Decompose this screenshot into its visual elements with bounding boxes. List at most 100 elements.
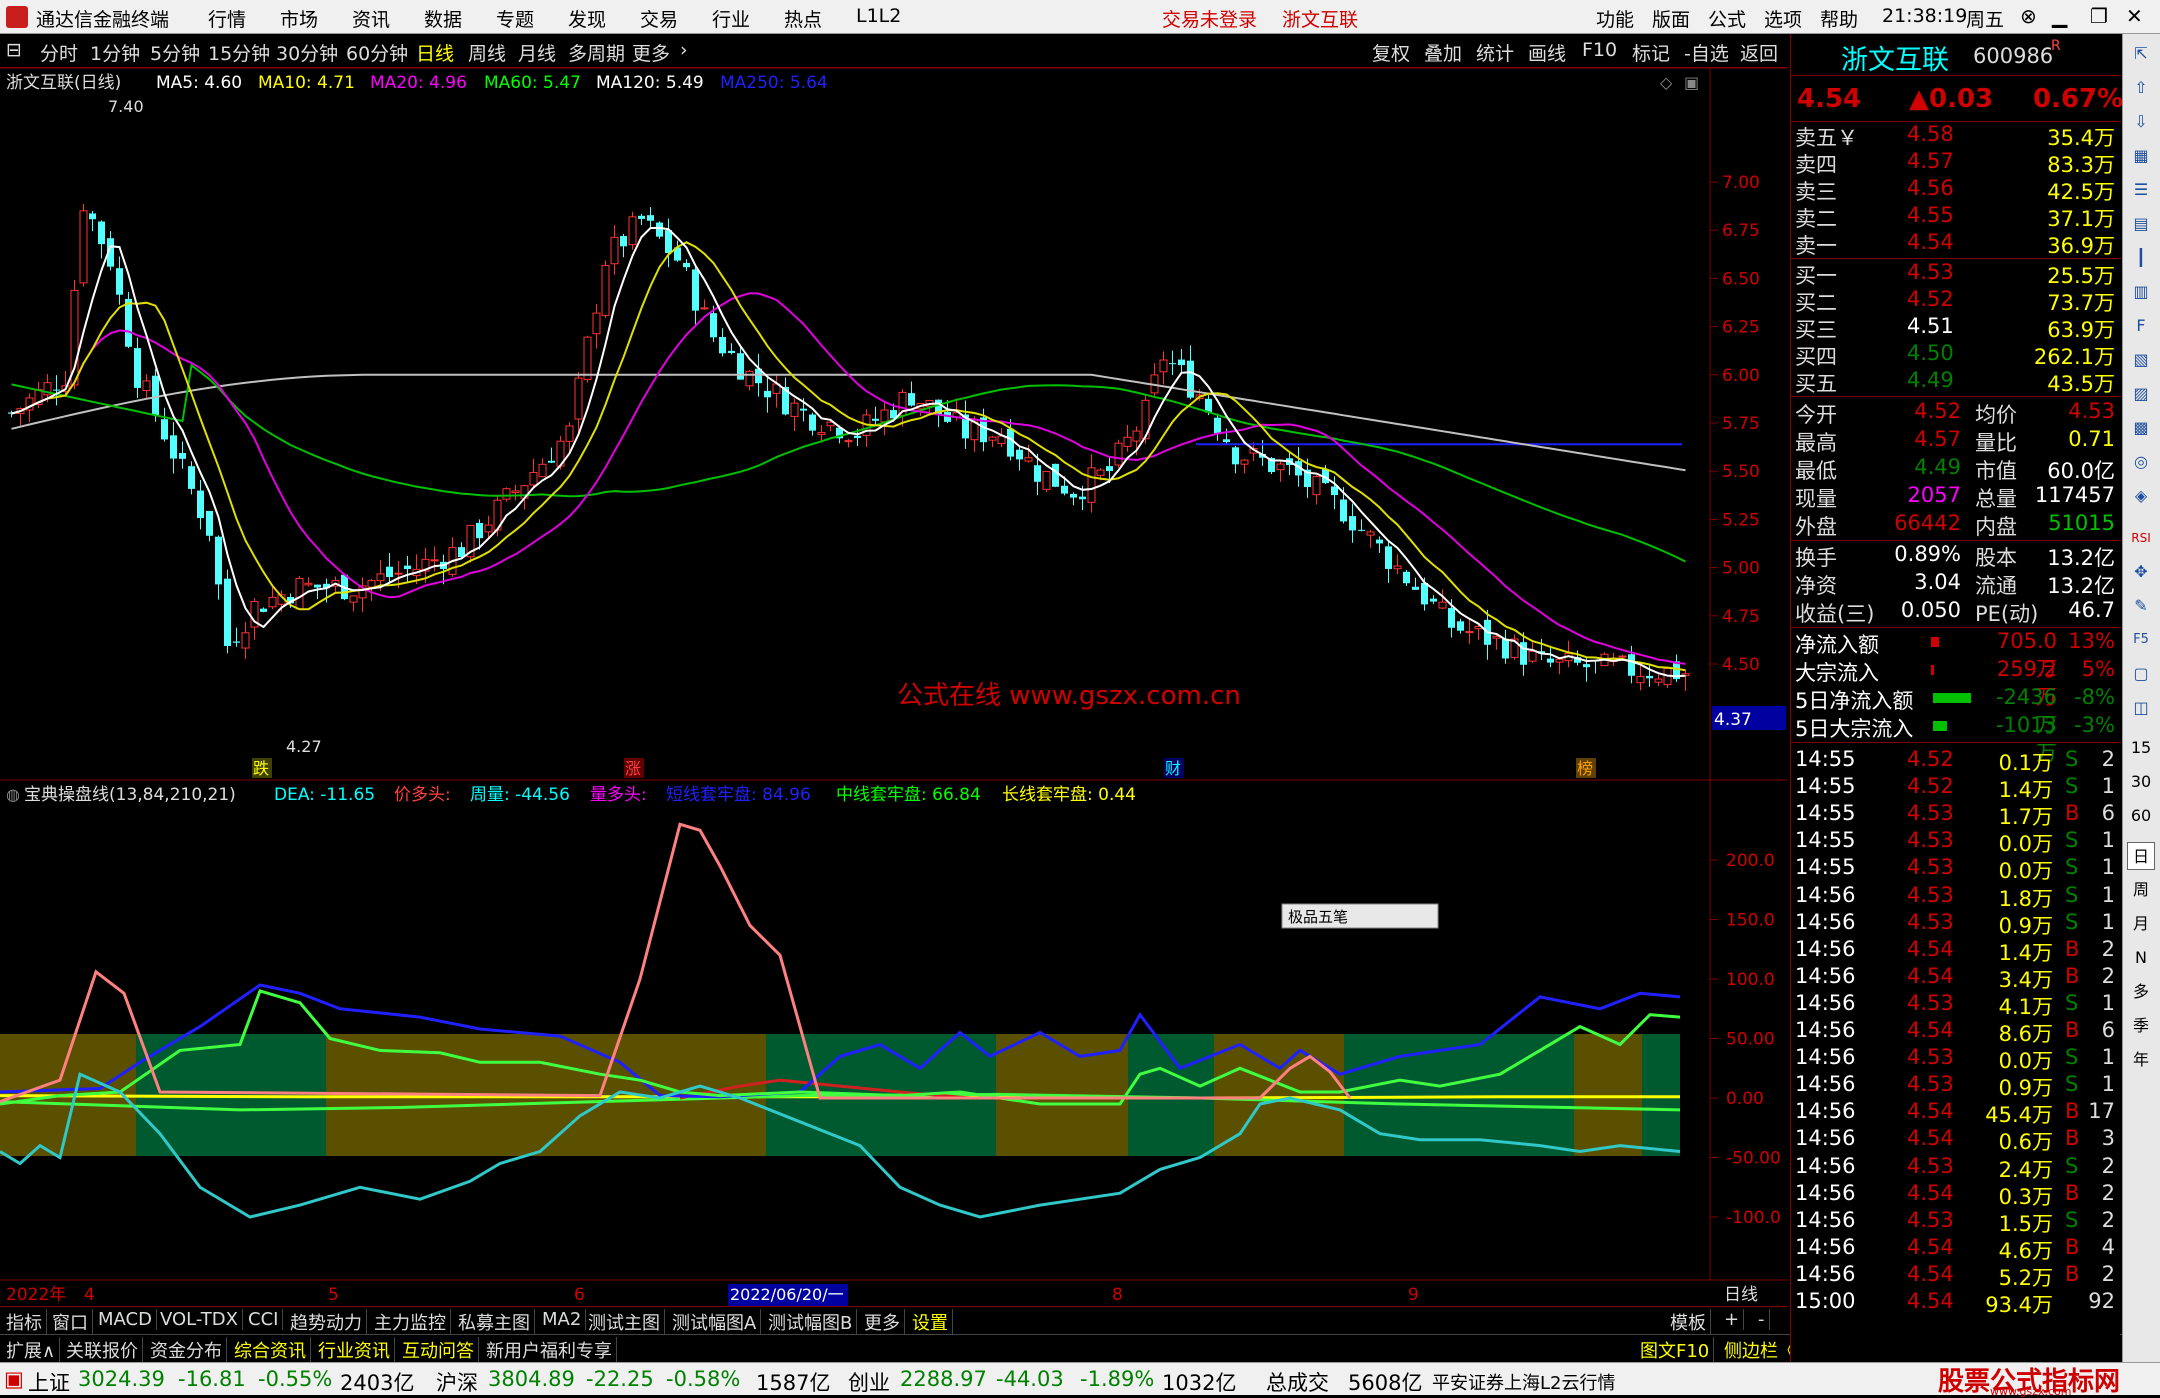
- tab-period-multi[interactable]: 多周期: [568, 39, 625, 66]
- tool-back[interactable]: 返回: [1740, 39, 1778, 66]
- sidebar-square-icon[interactable]: ◫: [2127, 694, 2155, 722]
- tick-row[interactable]: 14:56 4.54 0.3万 B 2: [1791, 1181, 2121, 1209]
- menu-item-l1l2[interactable]: L1L2: [856, 5, 901, 27]
- diamond-icon[interactable]: ◇: [1660, 73, 1673, 92]
- ask-row[interactable]: 卖四 4.57 83.3万: [1791, 149, 2121, 177]
- index-cy-name[interactable]: 创业: [848, 1367, 890, 1397]
- close-icon[interactable]: ✕: [2126, 4, 2143, 28]
- ask-row[interactable]: 卖一 4.54 36.9万: [1791, 230, 2121, 258]
- tick-row[interactable]: 14:55 4.53 0.0万 S 1: [1791, 855, 2121, 883]
- tab-period-5min[interactable]: 5分钟: [150, 39, 200, 66]
- menu-item-trade[interactable]: 交易: [640, 5, 678, 32]
- event-mark-finance[interactable]: 财: [1164, 758, 1184, 778]
- tab-fund-distribution[interactable]: 资金分布: [146, 1337, 227, 1363]
- sidebar-note-icon[interactable]: ▨: [2127, 380, 2155, 408]
- tab-period-1min[interactable]: 1分钟: [90, 39, 140, 66]
- menu-item-data[interactable]: 数据: [424, 5, 462, 32]
- menu-item-industry[interactable]: 行业: [712, 5, 750, 32]
- stat-row[interactable]: 收益(三) 0.050 PE(动) 46.7: [1791, 598, 2121, 626]
- sidebar-move-icon[interactable]: ✥: [2127, 558, 2155, 586]
- sidebar-period-n[interactable]: N: [2127, 944, 2155, 972]
- sidebar-period-multi[interactable]: 多: [2127, 978, 2155, 1006]
- event-mark-rise[interactable]: 涨: [624, 758, 644, 778]
- chevron-right-icon[interactable]: ›: [680, 39, 688, 61]
- indicator-settings-icon[interactable]: ◍: [6, 785, 20, 804]
- sidebar-cycle-icon[interactable]: ◎: [2127, 448, 2155, 476]
- flow-row[interactable]: 5日大宗流入 -1013万 -3%: [1791, 713, 2121, 765]
- login-status[interactable]: 交易未登录: [1162, 5, 1257, 32]
- menu-item-options[interactable]: 选项: [1764, 5, 1802, 32]
- panel-toggle-icon[interactable]: ⊟: [6, 39, 22, 61]
- tab-test-sub-b[interactable]: 测试幅图B: [764, 1309, 858, 1335]
- tick-row[interactable]: 14:55 4.53 0.0万 S 1: [1791, 828, 2121, 856]
- sidebar-period-month[interactable]: 月: [2127, 910, 2155, 938]
- tab-window[interactable]: 窗口: [48, 1309, 93, 1335]
- sidebar-period-quarter[interactable]: 季: [2127, 1012, 2155, 1040]
- tab-private-main[interactable]: 私募主图: [454, 1309, 535, 1335]
- tick-row[interactable]: 14:56 4.53 4.1万 S 1: [1791, 991, 2121, 1019]
- tick-row[interactable]: 14:56 4.53 1.8万 S 1: [1791, 883, 2121, 911]
- restore-icon[interactable]: ❐: [2090, 4, 2108, 28]
- zoom-out-button[interactable]: -: [1754, 1309, 1770, 1330]
- tick-row[interactable]: 14:56 4.53 0.9万 S 1: [1791, 1072, 2121, 1100]
- tick-row[interactable]: 15:00 4.54 93.4万 92: [1791, 1289, 2121, 1317]
- index-sh-name[interactable]: 上证: [28, 1367, 70, 1397]
- bid-row[interactable]: 买四 4.50 262.1万: [1791, 341, 2121, 369]
- sidebar-arrow-icon[interactable]: ⇱: [2127, 40, 2155, 68]
- kline-chart-svg[interactable]: 7.00 6.75 6.50 6.25 6.00 5.75 5.50 5.25 5.00 4.75…: [0, 67, 1788, 1306]
- sidebar-pen-icon[interactable]: ✎: [2127, 592, 2155, 620]
- tab-new-user-benefit[interactable]: 新用户福利专享: [482, 1337, 617, 1363]
- tick-row[interactable]: 14:56 4.53 0.9万 S 1: [1791, 910, 2121, 938]
- sidebar-down-icon[interactable]: ⇩: [2127, 108, 2155, 136]
- tick-row[interactable]: 14:55 4.52 1.4万 S 1: [1791, 774, 2121, 802]
- chart-area[interactable]: 7.00 6.75 6.50 6.25 6.00 5.75 5.50 5.25 5.00 4.75…: [0, 67, 1788, 1318]
- sidebar-doc-icon[interactable]: ▧: [2127, 346, 2155, 374]
- tab-vol-tdx[interactable]: VOL-TDX: [156, 1309, 243, 1330]
- bid-row[interactable]: 买二 4.52 73.7万: [1791, 287, 2121, 315]
- sidebar-chart-icon[interactable]: ▤: [2127, 210, 2155, 238]
- tab-general-news[interactable]: 综合资讯: [230, 1337, 311, 1363]
- menu-item-news[interactable]: 资讯: [352, 5, 390, 32]
- menu-item-layout[interactable]: 版面: [1652, 5, 1690, 32]
- tool-watchlist[interactable]: -自选: [1684, 39, 1729, 66]
- sidebar-f5-icon[interactable]: F5: [2127, 626, 2155, 654]
- tab-main-monitor[interactable]: 主力监控: [370, 1309, 451, 1335]
- tool-overlay[interactable]: 叠加: [1424, 39, 1462, 66]
- minimize-icon[interactable]: ▁: [2052, 4, 2067, 28]
- tab-test-sub-a[interactable]: 测试幅图A: [668, 1309, 762, 1335]
- sidebar-fin-icon[interactable]: F: [2127, 312, 2155, 340]
- tool-draw[interactable]: 画线: [1528, 39, 1566, 66]
- menu-item-topics[interactable]: 专题: [496, 5, 534, 32]
- panel-close-icon[interactable]: ▣: [1684, 73, 1699, 92]
- tool-f10[interactable]: F10: [1582, 39, 1617, 61]
- menu-item-hot[interactable]: 热点: [784, 5, 822, 32]
- bid-row[interactable]: 买一 4.53 25.5万: [1791, 260, 2121, 288]
- tick-row[interactable]: 14:56 4.53 0.0万 S 1: [1791, 1045, 2121, 1073]
- tool-mark[interactable]: 标记: [1632, 39, 1670, 66]
- tab-extend[interactable]: 扩展∧: [2, 1337, 61, 1363]
- sidebar-period-year[interactable]: 年: [2127, 1046, 2155, 1074]
- menu-item-discover[interactable]: 发现: [568, 5, 606, 32]
- tab-sidebar[interactable]: 侧边栏《: [1720, 1337, 1801, 1363]
- bid-row[interactable]: 买五 4.49 43.5万: [1791, 368, 2121, 396]
- tab-period-more[interactable]: 更多: [632, 39, 670, 66]
- ask-row[interactable]: 卖三 4.56 42.5万: [1791, 176, 2121, 204]
- tab-ma2[interactable]: MA2: [538, 1309, 587, 1330]
- tab-trend-power[interactable]: 趋势动力: [286, 1309, 367, 1335]
- tab-template[interactable]: 模板: [1666, 1309, 1711, 1335]
- tick-row[interactable]: 14:56 4.54 0.6万 B 3: [1791, 1126, 2121, 1154]
- tab-macd[interactable]: MACD: [94, 1309, 157, 1330]
- flow-row[interactable]: 5日净流入额 -2436万 -8%: [1791, 685, 2121, 737]
- event-mark-list[interactable]: 榜: [1576, 758, 1596, 778]
- tab-related-quotes[interactable]: 关联报价: [62, 1337, 143, 1363]
- zoom-in-button[interactable]: +: [1720, 1309, 1745, 1330]
- stat-row[interactable]: 今开 4.52 均价 4.53: [1791, 399, 2121, 427]
- stat-row[interactable]: 最低 4.49 市值 60.0亿: [1791, 455, 2121, 483]
- flow-row[interactable]: 大宗流入 259.2万 5%: [1791, 657, 2121, 709]
- tool-restore-rights[interactable]: 复权: [1372, 39, 1410, 66]
- sidebar-candle-icon[interactable]: ┃: [2127, 244, 2155, 272]
- ime-popup[interactable]: 极品五笔: [1281, 903, 1439, 929]
- stat-row[interactable]: 现量 2057 总量 117457: [1791, 483, 2121, 511]
- tick-row[interactable]: 14:56 4.53 2.4万 S 2: [1791, 1154, 2121, 1182]
- tick-row[interactable]: 14:56 4.54 3.4万 B 2: [1791, 964, 2121, 992]
